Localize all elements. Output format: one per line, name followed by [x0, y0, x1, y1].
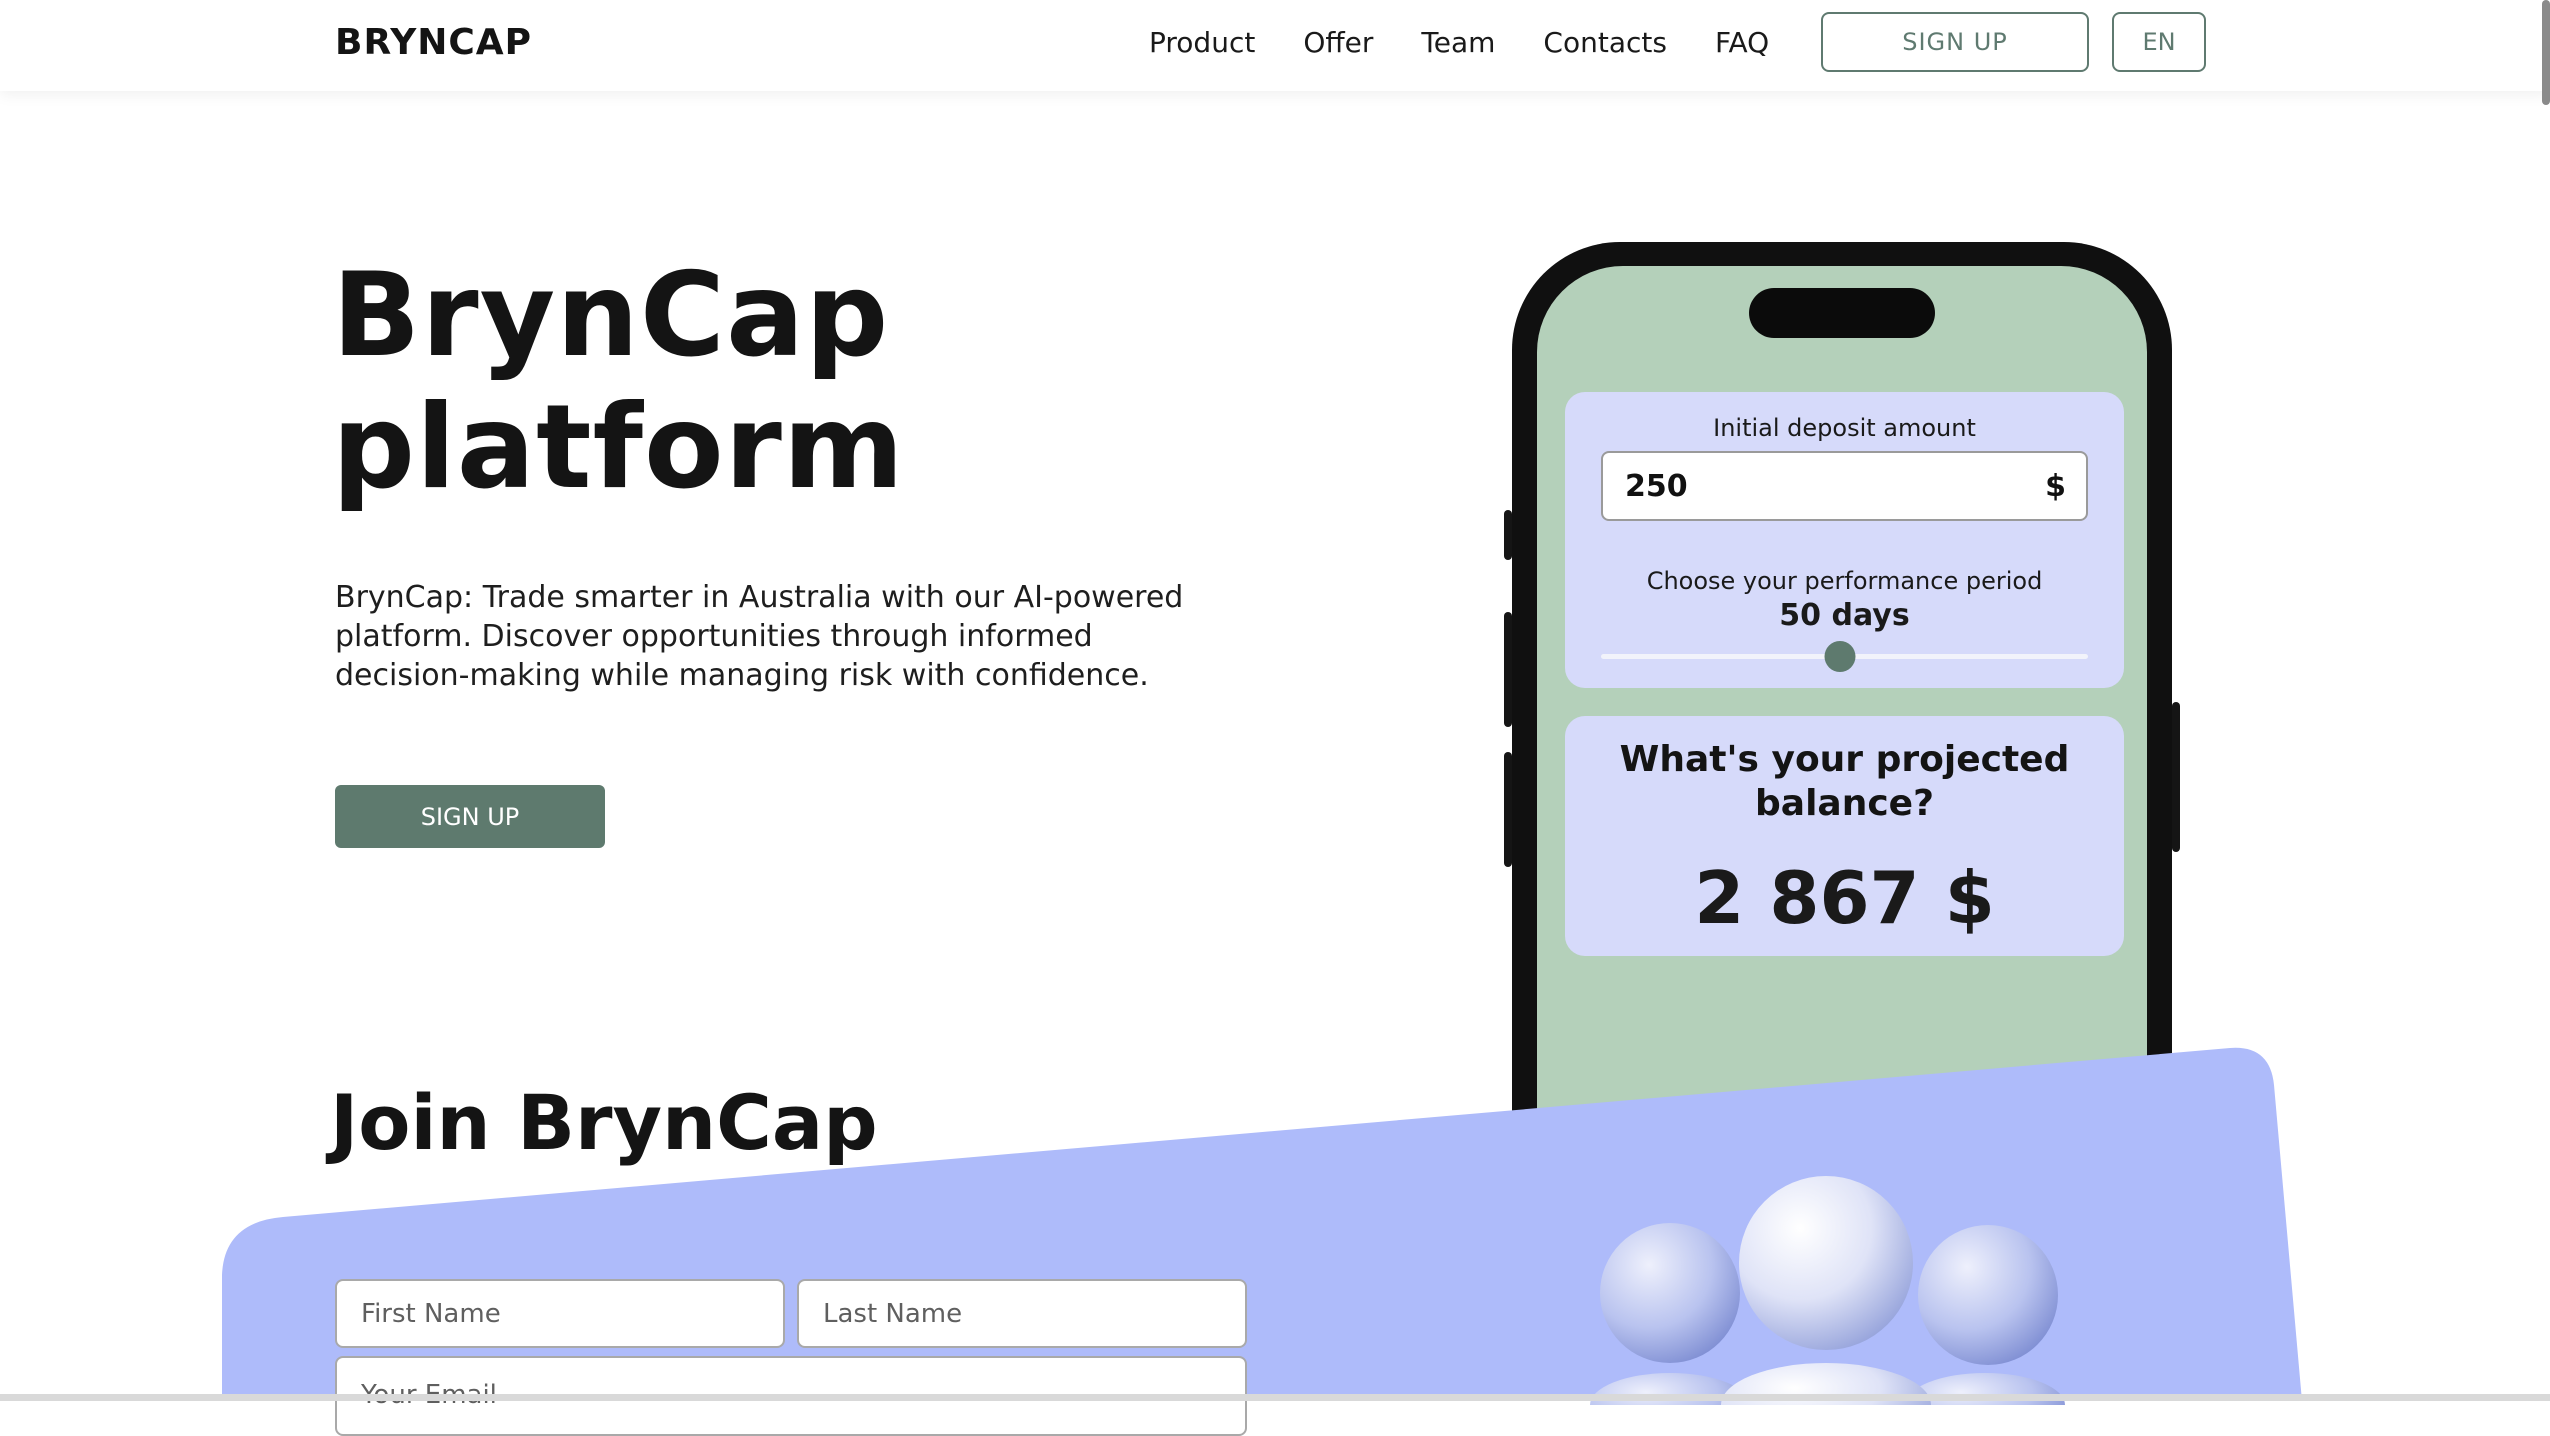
- currency-symbol: $: [2045, 469, 2066, 504]
- bottom-edge-bar: [0, 1394, 2550, 1401]
- phone-volume-down-button: [1504, 752, 1512, 867]
- deposit-amount-input[interactable]: 250 $: [1601, 451, 2088, 521]
- period-slider-thumb[interactable]: [1824, 641, 1856, 672]
- nav-faq[interactable]: FAQ: [1715, 26, 1769, 59]
- nav-contacts[interactable]: Contacts: [1543, 26, 1667, 59]
- page-scrollbar[interactable]: [2542, 0, 2550, 105]
- nav-team[interactable]: Team: [1421, 26, 1495, 59]
- period-slider[interactable]: [1601, 641, 2088, 672]
- deposit-label: Initial deposit amount: [1713, 414, 1976, 442]
- nav-offer[interactable]: Offer: [1303, 26, 1373, 59]
- first-name-placeholder: First Name: [361, 1298, 501, 1329]
- phone-side-button: [1504, 510, 1512, 560]
- hero-title-line1: BrynCap: [332, 248, 890, 383]
- hero-signup-button[interactable]: SIGN UP: [335, 785, 605, 848]
- projected-balance-value: 2 867 $: [1694, 856, 1995, 940]
- logo[interactable]: BRYNCAP: [335, 22, 532, 63]
- phone-screen: Initial deposit amount 250 $ Choose your…: [1537, 266, 2147, 1226]
- hero-title-line2: platform: [332, 380, 905, 515]
- first-name-field[interactable]: First Name: [335, 1279, 785, 1348]
- join-title: Join BrynCap: [330, 1078, 878, 1167]
- language-selector[interactable]: EN: [2112, 12, 2206, 72]
- last-name-field[interactable]: Last Name: [797, 1279, 1247, 1348]
- period-label: Choose your performance period: [1646, 567, 2043, 595]
- header-signup-button[interactable]: SIGN UP: [1821, 12, 2089, 72]
- projected-balance-card: What's your projected balance? 2 867 $: [1565, 716, 2124, 956]
- phone-power-button: [2172, 702, 2180, 852]
- hero-description: BrynCap: Trade smarter in Australia with…: [335, 580, 1184, 693]
- nav-product[interactable]: Product: [1149, 26, 1255, 59]
- site-header: BRYNCAP Product Offer Team Contacts FAQ …: [0, 0, 2550, 91]
- phone-notch: [1749, 288, 1935, 338]
- projected-balance-title: What's your projected balance?: [1619, 739, 2070, 824]
- period-value: 50 days: [1779, 598, 1910, 633]
- people-illustration-icon: [1590, 1176, 2065, 1405]
- deposit-value: 250: [1625, 469, 1688, 504]
- hero-title: BrynCap platform: [332, 250, 1232, 514]
- main-nav: Product Offer Team Contacts FAQ: [1149, 26, 1817, 59]
- last-name-placeholder: Last Name: [823, 1298, 963, 1329]
- calculator-inputs-card: Initial deposit amount 250 $ Choose your…: [1565, 392, 2124, 688]
- phone-volume-up-button: [1504, 612, 1512, 727]
